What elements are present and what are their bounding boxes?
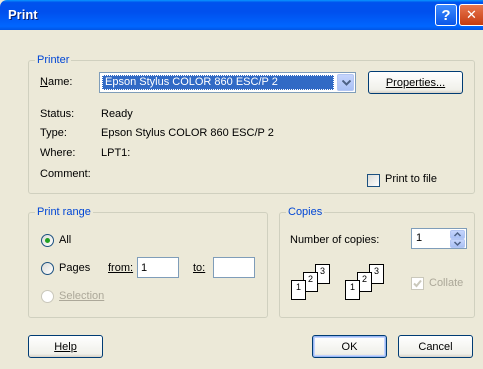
status-label: Status: [40, 108, 75, 120]
printer-name-select[interactable]: Epson Stylus COLOR 860 ESC/P 2 [99, 72, 356, 93]
copies-group-label: Copies [286, 206, 325, 218]
close-icon[interactable]: ✕ [459, 4, 483, 26]
collate-label[interactable]: Collate [429, 277, 463, 289]
pages-label[interactable]: Pages [59, 262, 90, 274]
printer-name-value: Epson Stylus COLOR 860 ESC/P 2 [102, 75, 334, 90]
title-bar[interactable]: Print ? ✕ [0, 0, 483, 30]
selection-label[interactable]: Selection [59, 290, 104, 302]
print-to-file-label[interactable]: Print to file [385, 173, 437, 185]
all-radio[interactable] [41, 234, 54, 247]
dropdown-arrow-icon[interactable] [337, 74, 354, 91]
number-of-copies-label: Number of copies: [290, 234, 380, 246]
copies-spinbox[interactable]: 1 [411, 228, 467, 249]
print-range-group-label: Print range [35, 206, 93, 218]
help-icon[interactable]: ? [435, 4, 457, 26]
to-label: to: [193, 262, 206, 274]
print-dialog: Print ? ✕ Printer Name: Epson Stylus COL… [0, 0, 483, 369]
copies-value: 1 [416, 232, 423, 244]
properties-button[interactable]: Properties... [368, 71, 463, 94]
print-to-file-checkbox[interactable] [367, 174, 380, 187]
pages-radio[interactable] [41, 262, 54, 275]
checkmark-icon [413, 279, 422, 288]
collate-checkbox[interactable] [411, 277, 424, 290]
from-input[interactable] [137, 257, 179, 278]
selection-radio[interactable] [41, 290, 54, 303]
type-value: Epson Stylus COLOR 860 ESC/P 2 [101, 127, 274, 139]
window-title: Print [8, 7, 38, 22]
to-input[interactable] [213, 257, 255, 278]
spin-up-icon[interactable] [450, 230, 465, 239]
name-label: Name: [40, 76, 73, 88]
type-label: Type: [40, 127, 67, 139]
collate-stack-icon: 3 2 1 [289, 264, 343, 306]
spin-down-icon[interactable] [450, 239, 465, 248]
from-label: from: [108, 262, 134, 274]
status-value: Ready [101, 108, 133, 120]
collate-stack-icon: 3 2 1 [343, 264, 397, 306]
all-label[interactable]: All [59, 234, 71, 246]
ok-button[interactable]: OK [312, 335, 387, 358]
cancel-button[interactable]: Cancel [398, 335, 473, 358]
help-button[interactable]: Help [28, 335, 103, 358]
where-label: Where: [40, 147, 76, 159]
where-value: LPT1: [101, 147, 131, 159]
comment-label: Comment: [40, 168, 91, 180]
printer-group-label: Printer [35, 54, 72, 66]
